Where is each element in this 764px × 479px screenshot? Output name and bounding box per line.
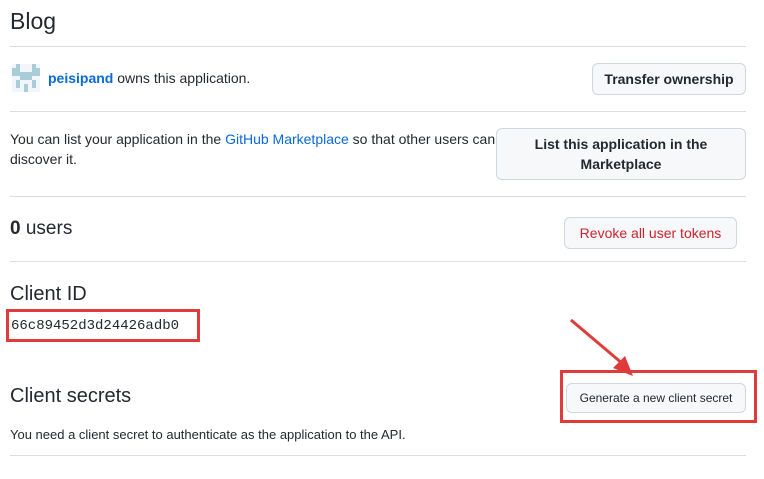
divider (10, 196, 746, 197)
avatar-identicon-icon[interactable] (12, 64, 40, 92)
owner-username-link[interactable]: peisipand (48, 70, 113, 86)
divider (10, 455, 746, 456)
list-button-line1: List this application in the (534, 136, 708, 152)
list-button-line2: Marketplace (580, 156, 662, 172)
generate-new-client-secret-button[interactable]: Generate a new client secret (566, 383, 746, 413)
user-count-label: users (20, 218, 73, 239)
transfer-ownership-button[interactable]: Transfer ownership (592, 63, 746, 95)
client-id-value[interactable]: 66c89452d3d24426adb0 (11, 318, 179, 334)
client-secrets-description: You need a client secret to authenticate… (10, 427, 406, 442)
owner-suffix: owns this application. (113, 70, 251, 86)
marketplace-text-line2: discover it. (10, 151, 77, 167)
user-count-number: 0 (10, 218, 21, 239)
owner-line: peisipand owns this application. (48, 68, 250, 88)
divider (10, 261, 746, 262)
divider (10, 46, 746, 47)
divider (10, 111, 746, 112)
list-in-marketplace-button[interactable]: List this application in the Marketplace (496, 128, 746, 180)
user-count: 0 users (10, 218, 72, 240)
marketplace-description: You can list your application in the Git… (10, 129, 500, 169)
marketplace-text-before: You can list your application in the (10, 131, 226, 147)
client-id-heading: Client ID (10, 283, 87, 305)
client-secrets-heading: Client secrets (10, 385, 132, 407)
page-title: Blog (10, 8, 57, 34)
github-marketplace-link[interactable]: GitHub Marketplace (225, 131, 349, 147)
marketplace-text-after: so that other users can (348, 131, 496, 147)
revoke-all-user-tokens-button[interactable]: Revoke all user tokens (564, 217, 737, 249)
